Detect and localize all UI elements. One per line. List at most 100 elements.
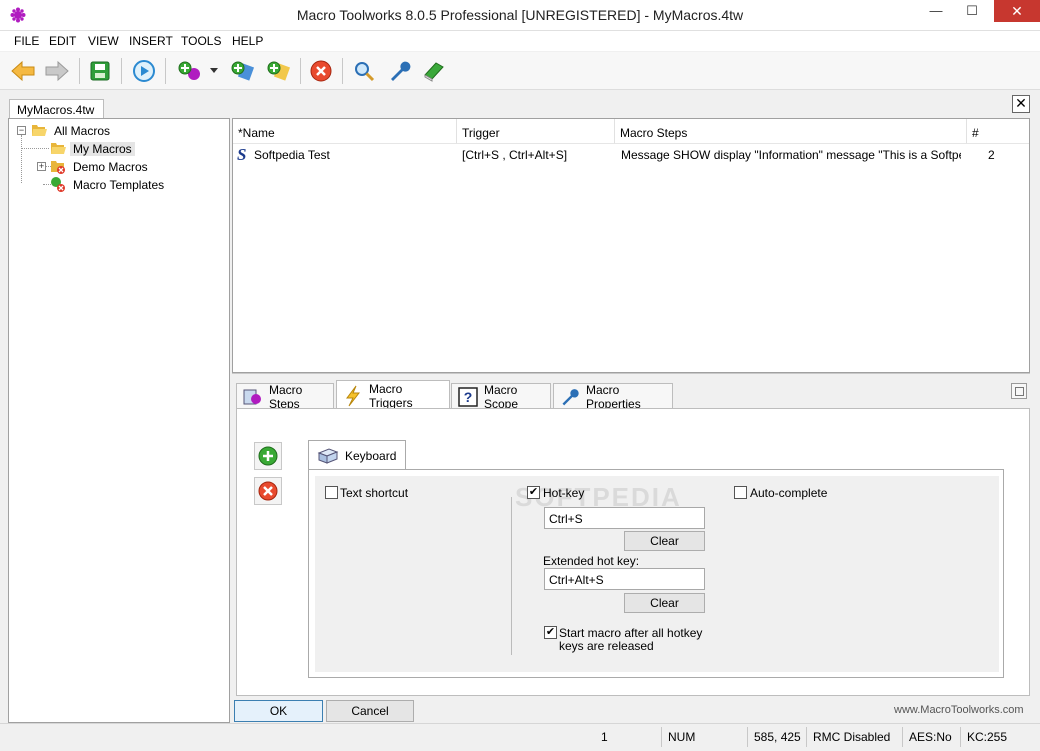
tab-label: Macro Scope [484,382,519,411]
tab-macro-triggers[interactable]: Macro Triggers [336,380,450,410]
settings-wrench-icon[interactable] [386,57,414,85]
toolbar-separator [165,58,166,84]
hot-key-label: Hot-key [543,486,585,500]
tree-collapse-toggle[interactable]: − [17,126,26,135]
minimize-button[interactable]: — [922,0,950,22]
tab-label: Keyboard [345,448,397,463]
menu-help[interactable]: HELP [232,34,263,48]
divider [511,497,512,655]
save-icon[interactable] [86,57,114,85]
new-macro-dropdown[interactable] [206,57,222,85]
extended-hot-key-label: Extended hot key: [543,554,640,568]
folder-disabled-icon [51,161,65,174]
panel-restore-icon[interactable] [1011,383,1027,399]
column-header-count[interactable]: # [967,119,1029,144]
remove-trigger-button[interactable] [254,477,282,505]
row-count: 2 [988,148,995,162]
close-window-button[interactable]: ✕ [994,0,1040,22]
menu-tools[interactable]: TOOLS [181,34,221,48]
cancel-button[interactable]: Cancel [326,700,414,722]
extended-hot-key-field[interactable]: Ctrl+Alt+S [544,568,705,590]
folder-open-icon [51,143,66,154]
tab-keyboard[interactable]: Keyboard [308,440,406,470]
close-document-button[interactable]: ✕ [1012,95,1030,113]
tree-item-label: Demo Macros [73,160,148,174]
column-header-trigger[interactable]: Trigger [457,119,615,144]
question-icon: ? [458,386,478,407]
tree-line [21,135,22,183]
clear-extended-hot-key-button[interactable]: Clear [624,593,705,613]
menu-edit[interactable]: EDIT [49,34,76,48]
tree-expand-toggle[interactable]: + [37,162,46,171]
lightning-icon [343,385,363,406]
menu-bar: FILE EDIT VIEW INSERT TOOLS HELP [0,31,1040,51]
text-shortcut-label: Text shortcut [340,486,409,500]
tree-item-label: All Macros [54,124,111,138]
auto-complete-checkbox[interactable] [734,486,747,499]
row-name: Softpedia Test [254,148,330,162]
tab-label: Macro Triggers [369,381,413,410]
tab-macro-scope[interactable]: ? Macro Scope [451,382,551,411]
auto-complete-label: Auto-complete [750,486,828,500]
tab-macro-steps[interactable]: Macro Steps [236,382,334,411]
softpedia-s-icon: S [237,145,247,164]
menu-view[interactable]: VIEW [88,34,119,48]
tab-label: Macro Steps [269,382,303,411]
toolbar-separator [121,58,122,84]
clear-hot-key-button[interactable]: Clear [624,531,705,551]
toolbar [0,52,1040,90]
toolbar-separator [342,58,343,84]
folder-open-icon [32,125,47,136]
play-icon[interactable] [130,57,158,85]
tab-macro-properties[interactable]: Macro Properties [553,382,673,411]
search-icon[interactable] [350,57,378,85]
add-trigger-button[interactable] [254,442,282,470]
title-bar: Macro Toolworks 8.0.5 Professional [UNRE… [0,0,1040,31]
hot-key-field[interactable]: Ctrl+S [544,507,705,529]
status-coords: 585, 425 [747,727,805,747]
menu-file[interactable]: FILE [14,34,39,48]
macro-tree: − All Macros My Macros + Demo Macros Mac… [8,118,230,723]
text-shortcut-checkbox[interactable] [325,486,338,499]
column-header-macro-steps[interactable]: Macro Steps [615,119,967,144]
status-rmc: RMC Disabled [806,727,902,747]
macro-steps-icon [243,387,263,407]
start-after-release-checkbox[interactable]: ✔ [544,626,557,639]
help-book-icon[interactable] [420,57,448,85]
status-bar: 1 NUM 585, 425 RMC Disabled AES:No KC:25… [0,723,1040,751]
document-tab[interactable]: MyMacros.4tw [9,99,104,119]
status-num: NUM [661,727,741,747]
wrench-icon [560,387,580,407]
add-icon [258,446,278,466]
toolbar-separator [300,58,301,84]
window-title: Macro Toolworks 8.0.5 Professional [UNRE… [296,7,744,23]
new-macro-icon[interactable] [176,57,204,85]
back-arrow-icon[interactable] [9,57,37,85]
status-aes: AES:No [902,727,960,747]
row-steps: Message SHOW display "Information" messa… [621,148,961,162]
maximize-button[interactable]: ☐ [958,0,986,22]
tree-line [21,148,49,149]
forward-arrow-icon[interactable] [43,57,71,85]
keyboard-icon [317,447,339,464]
delete-icon[interactable] [307,57,335,85]
start-after-release-label: Start macro after all hotkey [559,626,703,640]
macro-list: *Name Trigger Macro Steps # S Softpedia … [232,118,1030,373]
column-header-name[interactable]: *Name [233,119,457,144]
table-row[interactable]: S Softpedia Test [Ctrl+S , Ctrl+Alt+S] M… [233,145,1029,165]
tree-item-label: Macro Templates [73,178,165,192]
row-trigger: [Ctrl+S , Ctrl+Alt+S] [462,148,568,162]
ok-button[interactable]: OK [234,700,323,722]
template-disabled-icon [51,177,65,192]
status-kc: KC:255 [960,727,1038,747]
svg-text:?: ? [464,389,473,405]
add-template-icon[interactable] [265,57,293,85]
toolbar-separator [79,58,80,84]
tab-label: Macro Properties [586,382,641,411]
status-count: 1 [601,730,608,744]
website-link[interactable]: www.MacroToolworks.com [894,704,1024,716]
hot-key-checkbox[interactable]: ✔ [527,486,540,499]
menu-insert[interactable]: INSERT [129,34,173,48]
add-folder-icon[interactable] [229,57,257,85]
remove-icon [258,481,278,501]
